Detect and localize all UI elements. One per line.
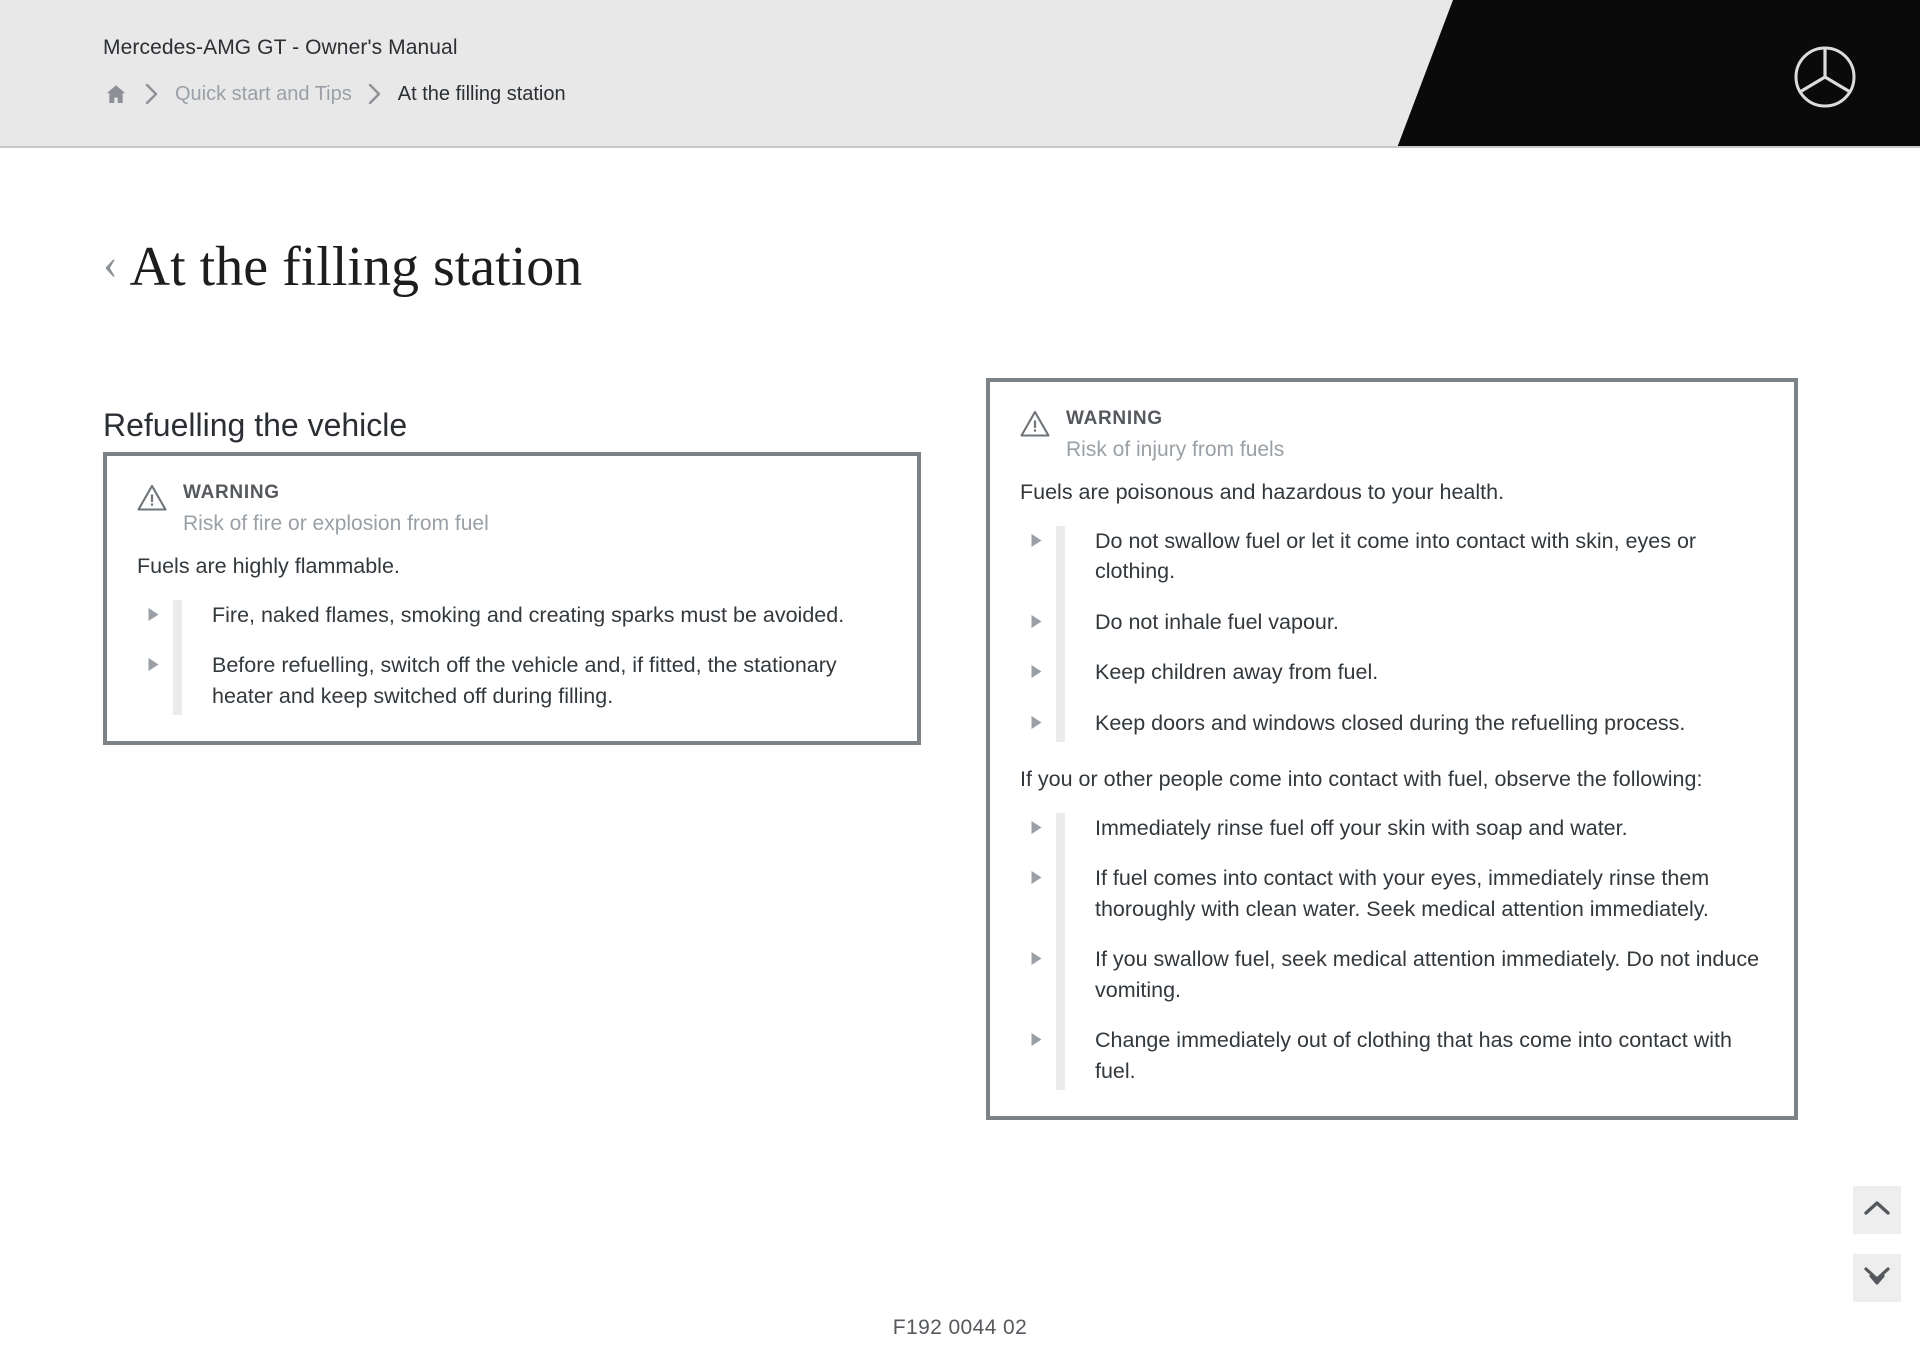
list-item-text: Fire, naked flames, smoking and creating…	[212, 602, 845, 627]
warning-label: WARNING	[183, 482, 280, 503]
warning-box-injury-fuels: WARNING Risk of injury from fuels Fuels …	[986, 378, 1798, 1121]
triangle-right-bullet-icon	[147, 600, 183, 627]
triangle-right-bullet-icon	[1030, 863, 1066, 890]
double-chevron-down-icon	[1863, 1265, 1891, 1292]
warning-label: WARNING	[1066, 408, 1163, 429]
triangle-right-bullet-icon	[1030, 657, 1066, 684]
list-item-text: Do not swallow fuel or let it come into …	[1095, 528, 1697, 584]
triangle-right-bullet-icon	[1030, 944, 1066, 971]
list-item: Keep doors and windows closed during the…	[1020, 707, 1764, 743]
section-heading: Refuelling the vehicle	[103, 406, 408, 443]
manual-title: Mercedes-AMG GT - Owner's Manual	[103, 36, 458, 59]
list-item-text: If you swallow fuel, seek medical attent…	[1095, 947, 1760, 1002]
chevron-up-icon	[1863, 1198, 1891, 1223]
list-item: If fuel comes into contact with your eye…	[1020, 863, 1764, 945]
list-item-text: Before refuelling, switch off the vehicl…	[212, 653, 837, 708]
chevron-right-icon	[129, 81, 175, 107]
warning-box-fire-explosion: WARNING Risk of fire or explosion from f…	[103, 452, 921, 746]
list-item-text: Change immediately out of clothing that …	[1095, 1028, 1732, 1083]
warning-paragraph-2: If you or other people come into contact…	[1020, 767, 1703, 792]
warning-header: WARNING Risk of injury from fuels	[1020, 406, 1764, 465]
warning-bullet-list-top: Do not swallow fuel or let it come into …	[1020, 525, 1764, 743]
list-item: Do not swallow fuel or let it come into …	[1020, 525, 1764, 607]
list-item-text: If fuel comes into contact with your eye…	[1095, 866, 1710, 921]
warning-header: WARNING Risk of fire or explosion from f…	[137, 480, 887, 539]
triangle-right-bullet-icon	[1030, 708, 1066, 735]
warning-subtitle: Risk of fire or explosion from fuel	[183, 511, 489, 535]
triangle-right-bullet-icon	[147, 650, 183, 677]
chevron-right-icon-2	[352, 81, 398, 107]
list-item: Do not inhale fuel vapour.	[1020, 606, 1764, 658]
breadcrumb: Quick start and Tips At the filling stat…	[103, 78, 566, 110]
side-button-group	[1853, 1186, 1901, 1302]
header-divider	[0, 146, 1920, 148]
triangle-right-bullet-icon	[1030, 526, 1066, 553]
list-item-text: Keep doors and windows closed during the…	[1095, 710, 1686, 735]
mercedes-benz-star-icon[interactable]	[1792, 44, 1858, 110]
list-item-text: Immediately rinse fuel off your skin wit…	[1095, 815, 1628, 840]
breadcrumb-item-parent[interactable]: Quick start and Tips	[175, 83, 352, 106]
list-item: Keep children away from fuel.	[1020, 657, 1764, 708]
page-title-row: ‹ At the filling station	[103, 200, 582, 334]
warning-triangle-icon	[137, 480, 167, 516]
list-item: Before refuelling, switch off the vehicl…	[137, 650, 887, 716]
triangle-right-bullet-icon	[1030, 1025, 1066, 1052]
list-item: Fire, naked flames, smoking and creating…	[137, 599, 887, 651]
warning-bullet-list-bottom: Immediately rinse fuel off your skin wit…	[1020, 812, 1764, 1091]
scroll-to-top-button[interactable]	[1853, 1186, 1901, 1234]
warning-paragraph: Fuels are highly flammable.	[137, 554, 400, 579]
triangle-right-bullet-icon	[1030, 607, 1066, 634]
breadcrumb-item-current: At the filling station	[397, 82, 566, 105]
warning-subtitle: Risk of injury from fuels	[1066, 437, 1285, 461]
app-header: Mercedes-AMG GT - Owner's Manual Quick s…	[0, 0, 1920, 148]
list-item: Change immediately out of clothing that …	[1020, 1025, 1764, 1091]
warning-bullet-list: Fire, naked flames, smoking and creating…	[137, 599, 887, 716]
document-code: F192 0044 02	[892, 1316, 1028, 1339]
list-item: Immediately rinse fuel off your skin wit…	[1020, 812, 1764, 864]
chevron-left-icon[interactable]: ‹	[103, 241, 118, 286]
scroll-to-bottom-button[interactable]	[1853, 1254, 1901, 1302]
warning-paragraph: Fuels are poisonous and hazardous to you…	[1020, 480, 1505, 505]
page-title: At the filling station	[129, 235, 583, 298]
home-icon[interactable]	[103, 81, 129, 107]
list-item-text: Keep children away from fuel.	[1095, 660, 1379, 685]
list-item-text: Do not inhale fuel vapour.	[1095, 609, 1339, 634]
list-item: If you swallow fuel, seek medical attent…	[1020, 944, 1764, 1026]
triangle-right-bullet-icon	[1030, 813, 1066, 840]
warning-triangle-icon	[1020, 406, 1050, 442]
